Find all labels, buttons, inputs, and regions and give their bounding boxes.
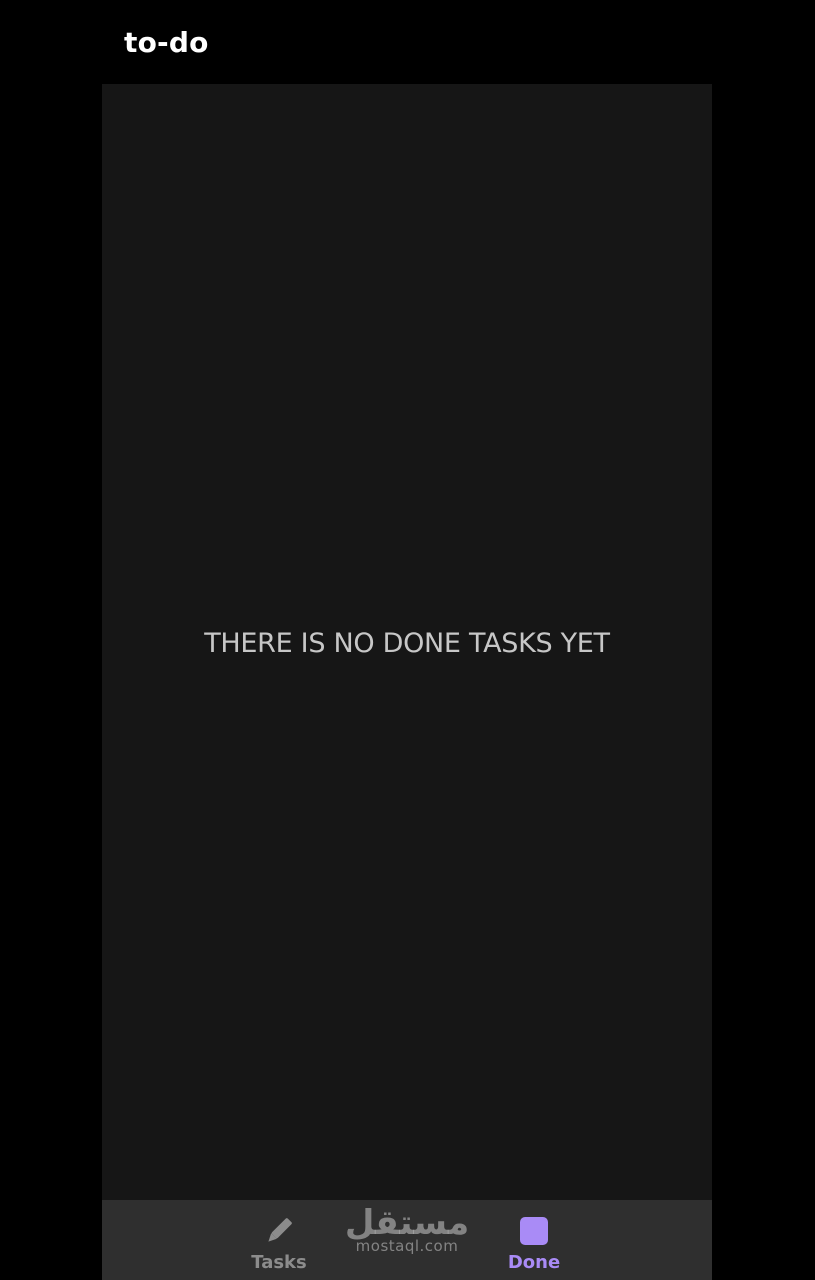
done-tasks-list: THERE IS NO DONE TASKS YET bbox=[102, 84, 712, 1200]
pencil-icon bbox=[262, 1214, 296, 1248]
nav-tab-done[interactable]: Done bbox=[464, 1200, 604, 1280]
screen: to-do THERE IS NO DONE TASKS YET Tasks D… bbox=[0, 0, 815, 1280]
nav-tab-done-label: Done bbox=[507, 1252, 561, 1273]
bottom-navigation: Tasks Done bbox=[102, 1200, 712, 1280]
app-title: to-do bbox=[124, 26, 209, 59]
app-bar: to-do bbox=[0, 0, 815, 84]
done-square-icon bbox=[517, 1214, 551, 1248]
empty-state-message: THERE IS NO DONE TASKS YET bbox=[204, 628, 610, 659]
nav-tab-tasks[interactable]: Tasks bbox=[209, 1200, 349, 1280]
nav-tab-tasks-label: Tasks bbox=[251, 1252, 307, 1273]
